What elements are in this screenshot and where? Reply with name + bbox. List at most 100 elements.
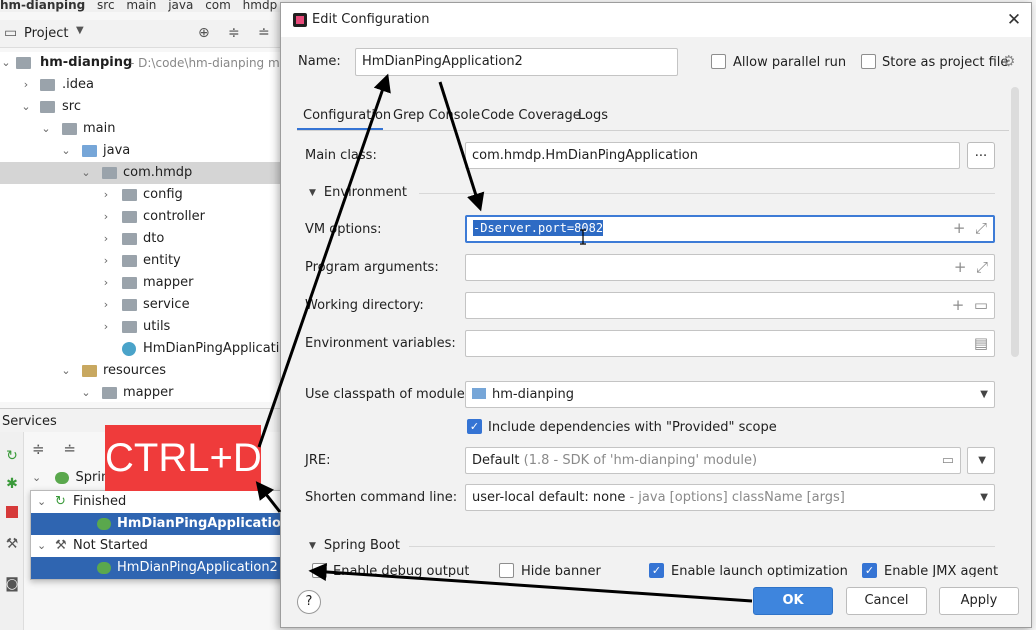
spring-boot-section[interactable]: ▼ Spring Boot — [309, 538, 400, 553]
jre-dropdown-button[interactable]: ▼ — [967, 447, 995, 474]
tree-item[interactable]: › config — [0, 184, 280, 206]
chevron-down-icon[interactable]: ⌄ — [60, 140, 72, 162]
services-root-row[interactable]: ⌄ Sprin — [32, 470, 109, 485]
list-item[interactable]: HmDianPingApplication2 — [31, 557, 310, 579]
breadcrumb-item[interactable]: java — [168, 0, 193, 12]
chevron-right-icon[interactable]: › — [100, 294, 112, 316]
chevron-down-icon[interactable]: ⌄ — [80, 382, 92, 402]
ok-button[interactable]: OK — [753, 587, 833, 615]
refresh-icon[interactable]: ↻ — [4, 448, 20, 464]
working-dir-field[interactable]: + ▭ — [465, 292, 995, 319]
tree-item[interactable]: › service — [0, 294, 280, 316]
scrollbar[interactable] — [1011, 87, 1019, 357]
plus-icon[interactable]: + — [954, 258, 967, 276]
tree-item[interactable]: › mapper — [0, 272, 280, 294]
close-icon[interactable]: ✕ — [1004, 10, 1024, 30]
chevron-right-icon[interactable]: › — [20, 74, 32, 96]
chevron-right-icon[interactable]: › — [100, 316, 112, 338]
plus-icon[interactable]: + — [953, 219, 966, 237]
tree-item[interactable]: › entity — [0, 250, 280, 272]
name-field[interactable]: HmDianPingApplication2 — [355, 48, 678, 76]
breadcrumb-item[interactable]: main — [126, 0, 156, 12]
project-view-icon[interactable]: ▭ — [4, 25, 17, 41]
tree-item[interactable]: ⌄ resources — [0, 360, 280, 382]
enable-jmx-checkbox[interactable]: ✓ — [862, 563, 877, 578]
cancel-button[interactable]: Cancel — [846, 587, 927, 615]
collapse-all-icon[interactable]: ≐ — [258, 25, 270, 41]
chevron-down-icon[interactable]: ⌄ — [80, 162, 92, 184]
debug-icon[interactable]: ✱ — [4, 476, 20, 492]
tab-code-coverage[interactable]: Code Coverage — [481, 105, 581, 131]
wrench-icon[interactable]: ⚒ — [4, 536, 20, 552]
breadcrumb-item[interactable]: com — [205, 0, 231, 12]
chevron-down-icon[interactable]: ⌄ — [32, 471, 41, 484]
browse-main-class-button[interactable]: ... — [967, 142, 995, 169]
document-icon[interactable]: ▤ — [974, 334, 988, 352]
tree-item[interactable]: ⌄ mapper — [0, 382, 280, 402]
tab-configuration[interactable]: Configuration — [297, 105, 391, 131]
breadcrumb-item[interactable]: hm-dianping — [0, 0, 85, 12]
breadcrumb-item[interactable]: hmdp — [243, 0, 278, 12]
enable-launch-opt-checkbox[interactable]: ✓ — [649, 563, 664, 578]
chevron-down-icon[interactable]: ⌄ — [37, 535, 46, 557]
services-panel-title[interactable]: Services — [2, 414, 57, 429]
chevron-right-icon[interactable]: › — [100, 206, 112, 228]
classpath-select[interactable]: hm-dianping ▼ — [465, 381, 995, 408]
tree-item[interactable]: ⌄ java — [0, 140, 280, 162]
chevron-down-icon[interactable]: ⌄ — [37, 491, 46, 513]
list-item[interactable]: ⌄ ⚒ Not Started — [31, 535, 310, 557]
camera-icon[interactable]: ◙ — [4, 576, 20, 592]
tab-logs[interactable]: Logs — [578, 105, 608, 131]
stop-icon[interactable] — [4, 506, 20, 522]
field-actions: + ▭ — [952, 293, 988, 318]
allow-parallel-checkbox[interactable] — [711, 54, 726, 69]
folder-icon[interactable]: ▭ — [974, 296, 988, 314]
folder-icon[interactable]: ▭ — [942, 448, 954, 473]
chevron-right-icon[interactable]: › — [100, 228, 112, 250]
expand-all-icon[interactable]: ≑ — [228, 25, 240, 41]
include-deps-checkbox[interactable]: ✓ — [467, 419, 482, 434]
chevron-down-icon[interactable]: ▼ — [76, 25, 84, 36]
store-as-file-checkbox[interactable] — [861, 54, 876, 69]
tree-item[interactable]: HmDianPingApplication — [0, 338, 280, 360]
project-panel-title[interactable]: Project — [24, 26, 68, 41]
main-class-field[interactable]: com.hmdp.HmDianPingApplication — [465, 142, 960, 169]
expand-icon[interactable]: ⤢ — [975, 219, 987, 237]
chevron-down-icon[interactable]: ⌄ — [60, 360, 72, 382]
chevron-down-icon[interactable]: ⌄ — [0, 52, 12, 74]
list-item[interactable]: HmDianPingApplication — [31, 513, 310, 535]
chevron-down-icon[interactable]: ⌄ — [20, 96, 32, 118]
tree-item-label: com.hmdp — [123, 165, 193, 180]
tree-item[interactable]: › controller — [0, 206, 280, 228]
chevron-down-icon[interactable]: ⌄ — [40, 118, 52, 140]
enable-debug-checkbox[interactable] — [312, 563, 327, 578]
tree-item[interactable]: ⌄ src — [0, 96, 280, 118]
tree-item[interactable]: › .idea — [0, 74, 280, 96]
program-args-field[interactable]: + ⤢ — [465, 254, 995, 281]
env-vars-field[interactable]: ▤ — [465, 330, 995, 357]
tree-item[interactable]: › utils — [0, 316, 280, 338]
help-button[interactable]: ? — [297, 590, 321, 614]
expand-all-icon[interactable]: ≑ — [32, 440, 45, 458]
tree-item[interactable]: ⌄ com.hmdp — [0, 162, 280, 184]
environment-section[interactable]: ▼ Environment — [309, 185, 407, 200]
gear-icon[interactable]: ⚙ — [1002, 52, 1015, 70]
apply-button[interactable]: Apply — [939, 587, 1019, 615]
breadcrumb-item[interactable]: src — [97, 0, 115, 12]
expand-icon[interactable]: ⤢ — [976, 258, 988, 276]
plus-icon[interactable]: + — [952, 296, 965, 314]
tree-item[interactable]: ⌄ main — [0, 118, 280, 140]
tree-item[interactable]: › dto — [0, 228, 280, 250]
chevron-right-icon[interactable]: › — [100, 250, 112, 272]
collapse-all-icon[interactable]: ≐ — [63, 440, 76, 458]
hide-banner-checkbox[interactable] — [499, 563, 514, 578]
locate-icon[interactable]: ⊕ — [198, 25, 210, 41]
list-item[interactable]: ⌄ ↻ Finished — [31, 491, 310, 513]
jre-field[interactable]: Default (1.8 - SDK of 'hm-dianping' modu… — [465, 447, 961, 474]
chevron-right-icon[interactable]: › — [100, 184, 112, 206]
tab-grep-console[interactable]: Grep Console — [393, 105, 480, 131]
vm-options-field[interactable]: -Dserver.port=8082 + ⤢ — [465, 215, 995, 243]
shorten-cmd-select[interactable]: user-local default: none - java [options… — [465, 484, 995, 511]
chevron-right-icon[interactable]: › — [100, 272, 112, 294]
tree-item[interactable]: ⌄ hm-dianping - D:\code\hm-dianping m — [0, 52, 280, 74]
